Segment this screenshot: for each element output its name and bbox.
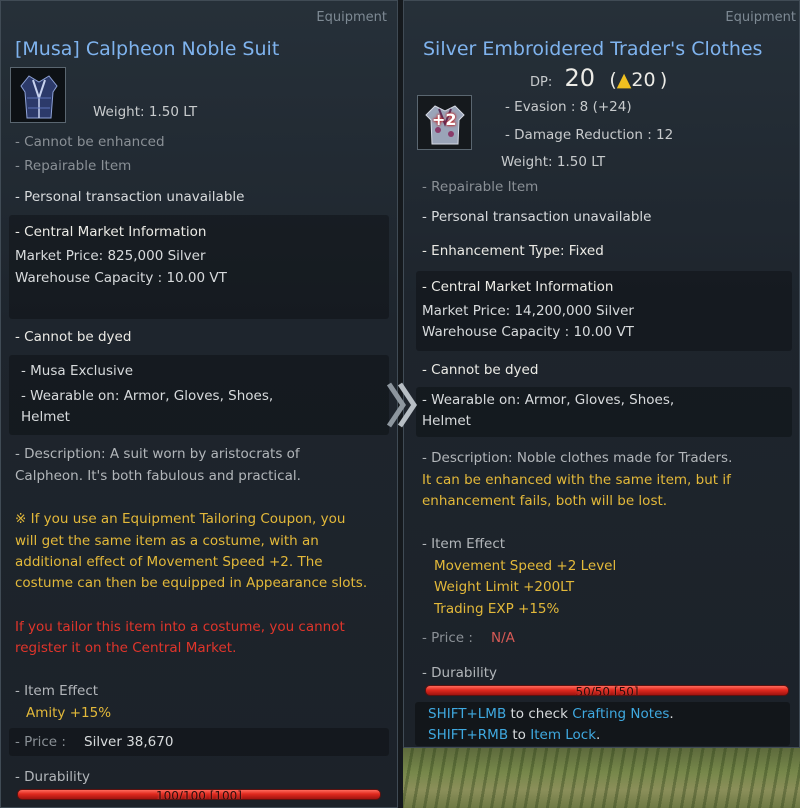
wearable-text-cont: Helmet [422, 413, 471, 429]
description-text: - Description: A suit worn by aristocrat… [15, 446, 300, 462]
wearable-text-cont: Helmet [21, 409, 70, 425]
dp-open-paren: ( [609, 69, 617, 91]
hint-text: to check [510, 706, 568, 722]
repairable-text: - Repairable Item [422, 179, 539, 195]
personal-transaction-text: - Personal transaction unavailable [422, 209, 652, 225]
item-effect-3: Trading EXP +15% [434, 601, 560, 617]
damage-reduction-text: - Damage Reduction : 12 [505, 127, 674, 143]
hint-period: . [669, 706, 674, 722]
market-price-text: Market Price: 14,200,000 Silver [422, 303, 634, 319]
item-effect-1: Amity +15% [26, 705, 112, 721]
durability-bar: 100/100 [100] [17, 789, 381, 800]
enhance-warning-2: enhancement fails, both will be lost. [422, 493, 668, 509]
dp-label: DP: [530, 75, 553, 90]
dp-diff: 20 [631, 69, 656, 91]
price-label: - Price : [422, 630, 473, 646]
weight-text: Weight: 1.50 LT [93, 104, 198, 120]
warehouse-capacity-text: Warehouse Capacity : 10.00 VT [422, 324, 634, 340]
item-icon[interactable]: +2 [417, 95, 472, 150]
dye-text: - Cannot be dyed [422, 362, 539, 378]
item-effect-header: - Item Effect [422, 536, 506, 552]
tailoring-note-3: additional effect of Movement Speed +2. … [15, 554, 323, 570]
market-info-header: - Central Market Information [422, 279, 614, 295]
price-value: N/A [491, 630, 515, 646]
warehouse-capacity-text: Warehouse Capacity : 10.00 VT [15, 270, 227, 286]
tailoring-note-4: costume can then be equipped in Appearan… [15, 575, 368, 591]
hint-text: to [512, 727, 526, 743]
price-label: - Price : [15, 734, 66, 750]
durability-label: - Durability [15, 769, 91, 785]
item-lock-link[interactable]: Item Lock [530, 727, 596, 743]
hint-key-rmb: SHIFT+RMB [428, 727, 509, 743]
item-effect-1: Movement Speed +2 Level [434, 558, 617, 574]
tailoring-note-2: will get the same item as a costume, wit… [15, 533, 319, 549]
tailoring-warning-2: register it on the Central Market. [15, 640, 237, 656]
category-label: Equipment [725, 10, 796, 25]
item-icon[interactable] [10, 67, 66, 123]
description-text-cont: Calpheon. It's both fabulous and practic… [15, 468, 301, 484]
tailoring-warning-1: If you tailor this item into a costume, … [15, 619, 345, 635]
evasion-text: - Evasion : 8 (+24) [505, 99, 632, 115]
durability-bar: 50/50 [50] [425, 685, 789, 696]
category-label: Equipment [316, 10, 387, 25]
durability-text: 100/100 [100] [156, 789, 242, 800]
description-text: - Description: Noble clothes made for Tr… [422, 450, 733, 466]
robe-icon [11, 68, 65, 122]
class-exclusive-text: - Musa Exclusive [21, 363, 134, 379]
wearable-text: - Wearable on: Armor, Gloves, Shoes, [422, 392, 675, 408]
hint-period: . [596, 727, 601, 743]
price-box [9, 728, 389, 756]
item-effect-header: - Item Effect [15, 683, 99, 699]
enhance-level-badge: +2 [432, 110, 457, 129]
repairable-text: - Repairable Item [15, 158, 132, 174]
hint-key-lmb: SHIFT+LMB [428, 706, 507, 722]
tooltip-left: Equipment [Musa] Calpheon Noble Suit Wei… [0, 0, 398, 808]
dp-value: 20 [564, 64, 596, 92]
market-info-header: - Central Market Information [15, 224, 207, 240]
dp-row: DP: 20 (▲20 ) [530, 64, 667, 92]
weight-text: Weight: 1.50 LT [501, 154, 606, 170]
dye-text: - Cannot be dyed [15, 329, 132, 345]
tailoring-note-1: ※ If you use an Equipment Tailoring Coup… [15, 511, 346, 527]
item-effect-2: Weight Limit +200LT [434, 579, 575, 595]
market-price-text: Market Price: 825,000 Silver [15, 248, 206, 264]
background-scenery [400, 748, 800, 808]
cannot-enhance-text: - Cannot be enhanced [15, 134, 165, 150]
up-arrow-icon: ▲ [616, 69, 632, 91]
tooltip-right: Equipment Silver Embroidered Trader's Cl… [403, 0, 800, 748]
enhance-warning-1: It can be enhanced with the same item, b… [422, 472, 731, 488]
crafting-notes-hint[interactable]: SHIFT+LMB to check Crafting Notes. [428, 706, 674, 722]
key-hint-box: SHIFT+LMB to check Crafting Notes. SHIFT… [415, 702, 790, 746]
item-title: Silver Embroidered Trader's Clothes [423, 38, 763, 60]
dp-close-paren: ) [659, 69, 668, 91]
item-lock-hint[interactable]: SHIFT+RMB to Item Lock. [428, 727, 600, 743]
durability-text: 50/50 [50] [575, 685, 639, 696]
item-title: [Musa] Calpheon Noble Suit [15, 38, 280, 60]
enhancement-type-text: - Enhancement Type: Fixed [422, 243, 604, 259]
double-chevron-right-icon [386, 382, 418, 428]
price-value: Silver 38,670 [84, 734, 174, 750]
personal-transaction-text: - Personal transaction unavailable [15, 189, 245, 205]
wearable-text: - Wearable on: Armor, Gloves, Shoes, [21, 388, 274, 404]
crafting-notes-link[interactable]: Crafting Notes [572, 706, 669, 722]
durability-label: - Durability [422, 665, 498, 681]
